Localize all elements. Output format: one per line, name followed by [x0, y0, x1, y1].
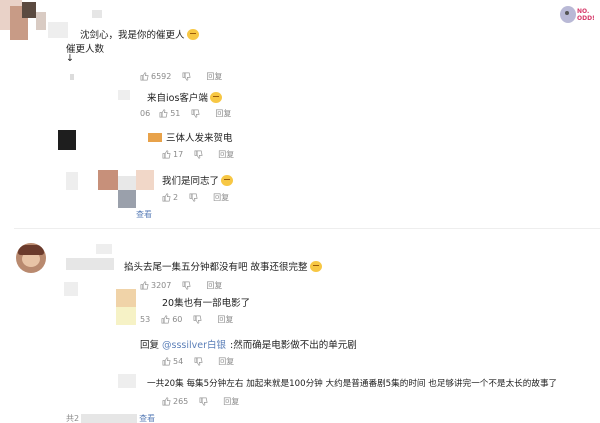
reply-text: 我们是同志了 [162, 173, 234, 187]
emoji-icon [221, 174, 234, 186]
reply-text: 回复 @sssilver白银 :然而确是电影做不出的单元剧 [140, 337, 357, 351]
dislike-icon[interactable] [189, 193, 198, 202]
reply-count-prefix: 共2 [66, 414, 80, 423]
reply-actions: 265 回复 [162, 396, 239, 407]
comment-actions: 6592 回复 [140, 71, 222, 82]
dislike-icon[interactable] [194, 150, 203, 159]
thumbs-up-icon [162, 397, 171, 406]
reply-actions: 2 回复 [162, 192, 229, 203]
reply-avatar-mosaic [58, 130, 76, 150]
reply-avatar-mosaic [66, 172, 78, 190]
reply-button[interactable]: 回复 [223, 396, 239, 407]
like-count: 54 [173, 357, 184, 366]
like-button[interactable]: 2 [162, 193, 178, 202]
like-button[interactable]: 51 [159, 109, 180, 118]
like-button[interactable]: 17 [162, 150, 183, 159]
like-count: 6592 [151, 72, 172, 81]
reply-button[interactable]: 回复 [217, 314, 233, 325]
reply-avatar-mosaic [116, 289, 136, 307]
thumbs-up-icon [162, 150, 171, 159]
reply-button[interactable]: 回复 [215, 108, 231, 119]
like-count: 3207 [151, 281, 172, 290]
username-mosaic [66, 258, 114, 270]
reply-actions: 53 60 回复 [140, 314, 233, 325]
reply-text: 来自ios客户端 [147, 90, 222, 104]
dislike-icon[interactable] [191, 109, 200, 118]
reply-actions: 54 回复 [140, 356, 234, 367]
watermark-text: NO. ODD! [577, 8, 595, 22]
thumbs-up-icon [140, 281, 149, 290]
thumbs-up-icon [162, 357, 171, 366]
like-button[interactable]: 60 [161, 315, 182, 324]
reply-button[interactable]: 回复 [206, 280, 222, 291]
reply-button[interactable]: 回复 [206, 71, 222, 82]
reply-prefix: 回复 [140, 340, 160, 351]
watermark-logo: NO. ODD! [560, 4, 598, 26]
emoji-icon [186, 28, 199, 40]
like-count: 265 [173, 397, 189, 406]
comment-text-line3: ↓ [66, 53, 74, 64]
comment-actions: 3207 回复 [140, 280, 222, 291]
emoji-icon [309, 260, 322, 272]
reply-button[interactable]: 回复 [218, 149, 234, 160]
thumbs-up-icon [161, 315, 170, 324]
reply-actions: 17 回复 [162, 149, 234, 160]
dislike-icon[interactable] [193, 315, 202, 324]
reply-footer: 共2 查看 [66, 413, 155, 423]
dislike-icon[interactable] [182, 72, 191, 81]
reply-time: 53 [140, 315, 151, 324]
mention-link[interactable]: @sssilver白银 [162, 337, 226, 351]
reply-actions: 06 51 回复 [140, 108, 231, 119]
reply-button[interactable]: 回复 [213, 192, 229, 203]
emoji-icon [209, 91, 222, 103]
dislike-icon[interactable] [194, 357, 203, 366]
like-count: 60 [172, 315, 183, 324]
thumbs-up-icon [159, 109, 168, 118]
thumbs-up-icon [162, 193, 171, 202]
thumbs-up-icon [140, 72, 149, 81]
reply-time: 06 [140, 109, 151, 118]
user-avatar [16, 243, 46, 273]
view-more-replies-link[interactable]: 查看 [139, 413, 155, 423]
like-count: 51 [170, 109, 181, 118]
reply-text: 一共20集 每集5分钟左右 加起来就是100分钟 大约是普通番剧5集的时间 也足… [147, 379, 558, 389]
like-button[interactable]: 6592 [140, 72, 171, 81]
reply-avatar-mosaic [118, 374, 136, 388]
reply-text: 三体人发来贺电 [148, 130, 233, 144]
dislike-icon[interactable] [199, 397, 208, 406]
like-button[interactable]: 54 [162, 357, 183, 366]
comment-divider [14, 228, 600, 229]
small-badge-icon [148, 132, 162, 142]
reply-avatar-mosaic [118, 90, 130, 100]
view-more-replies-link[interactable]: 查看 [136, 209, 152, 220]
reply-button[interactable]: 回复 [218, 356, 234, 367]
comment-text: 沈剑心，我是你的催更人 [80, 27, 199, 41]
reply-text: 20集也有一部电影了 [162, 298, 251, 309]
like-count: 17 [173, 150, 184, 159]
like-button[interactable]: 265 [162, 397, 188, 406]
comment-text: 掐头去尾一集五分钟都没有吧 故事还很完整 [124, 259, 322, 273]
like-button[interactable]: 3207 [140, 281, 171, 290]
like-count: 2 [173, 193, 179, 202]
dislike-icon[interactable] [182, 281, 191, 290]
